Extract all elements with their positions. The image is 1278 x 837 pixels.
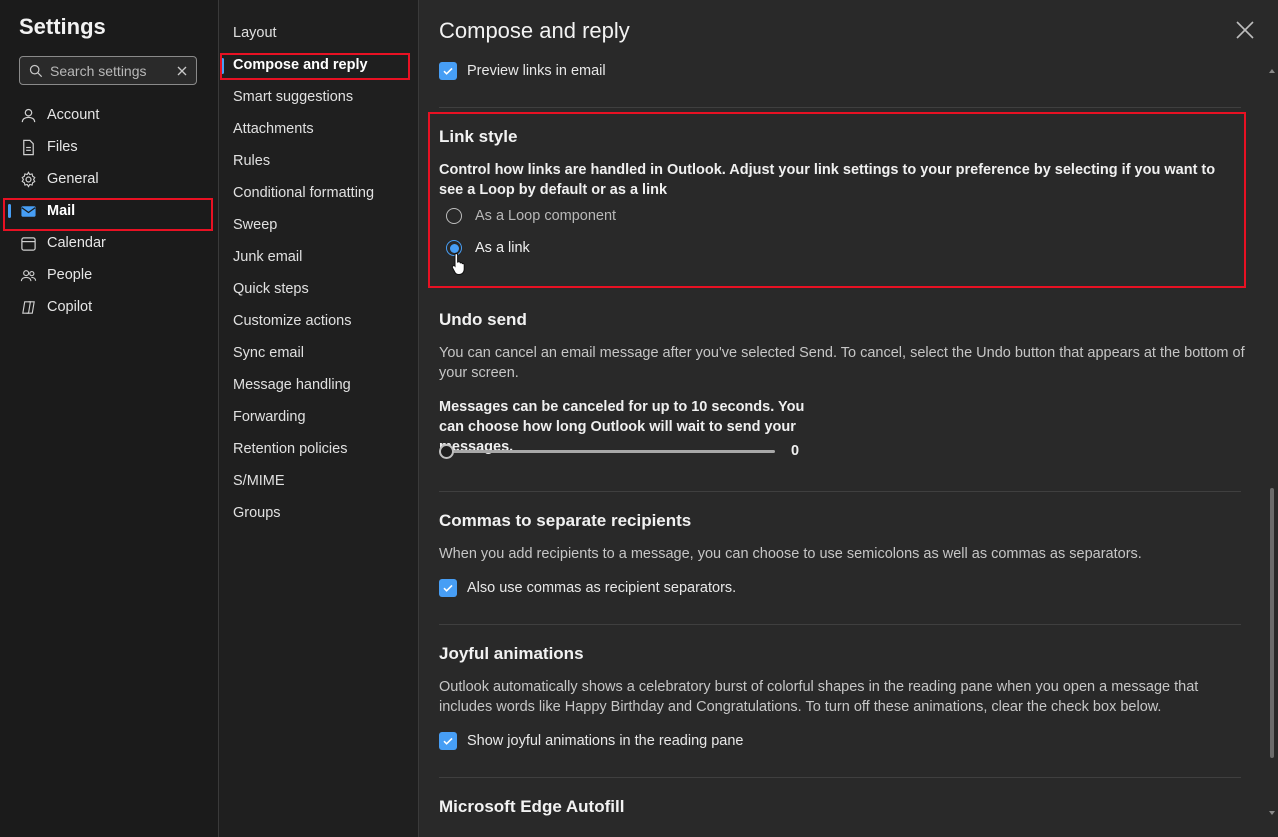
subnav-smime[interactable]: S/MIME [233, 465, 285, 497]
divider [439, 107, 1241, 108]
joyful-animations-description: Outlook automatically shows a celebrator… [439, 679, 1199, 715]
checkmark-icon [443, 67, 453, 75]
nav-item-label: People [47, 267, 93, 283]
edge-autofill-title: Microsoft Edge Autofill [439, 797, 625, 816]
subnav-layout[interactable]: Layout [233, 17, 277, 49]
divider [439, 777, 1241, 778]
subnav-customize-actions[interactable]: Customize actions [233, 305, 351, 337]
slider-thumb[interactable] [439, 444, 454, 459]
person-icon [21, 108, 36, 122]
undo-send-description: You can cancel an email message after yo… [439, 345, 1245, 381]
compose-highlight-box [220, 53, 410, 80]
subnav-smart-suggestions[interactable]: Smart suggestions [233, 81, 353, 113]
checkbox-label: Also use commas as recipient separators. [467, 580, 737, 596]
search-settings-input[interactable]: Search settings [19, 56, 197, 85]
undo-send-title: Undo send [439, 310, 527, 329]
subnav-junk-email[interactable]: Junk email [233, 241, 302, 273]
file-icon [23, 139, 34, 155]
scroll-up-icon[interactable] [1269, 68, 1275, 74]
subnav-quick-steps[interactable]: Quick steps [233, 273, 309, 305]
nav-item-account[interactable]: Account [0, 99, 218, 131]
slider-track[interactable] [447, 450, 775, 453]
mail-highlight-box [3, 198, 213, 231]
commas-description: When you add recipients to a message, yo… [439, 546, 1142, 562]
checkbox-checked[interactable] [439, 579, 457, 597]
people-icon [20, 269, 37, 281]
copilot-icon [22, 300, 35, 314]
undo-send-slider-label: Messages can be canceled for up to 10 se… [439, 399, 805, 455]
joyful-animations-checkbox[interactable]: Show joyful animations in the reading pa… [439, 732, 743, 750]
close-icon[interactable] [1235, 20, 1255, 40]
nav-item-copilot[interactable]: Copilot [0, 291, 218, 323]
settings-nav-pane: Settings Search settings Account Files G… [0, 0, 219, 837]
nav-item-label: Files [47, 139, 78, 155]
nav-item-files[interactable]: Files [0, 131, 218, 163]
subnav-message-handling[interactable]: Message handling [233, 369, 351, 401]
subnav-forwarding[interactable]: Forwarding [233, 401, 306, 433]
subnav-rules[interactable]: Rules [233, 145, 270, 177]
joyful-animations-title: Joyful animations [439, 644, 584, 663]
search-icon [29, 64, 43, 77]
subnav-conditional-formatting[interactable]: Conditional formatting [233, 177, 374, 209]
nav-item-label: General [47, 171, 99, 187]
checkbox-label: Show joyful animations in the reading pa… [467, 733, 744, 749]
subnav-sweep[interactable]: Sweep [233, 209, 277, 241]
search-placeholder: Search settings [50, 62, 147, 79]
checkbox-label: Preview links in email [467, 63, 606, 79]
scrollbar[interactable] [1266, 58, 1278, 837]
divider [439, 624, 1241, 625]
preview-links-checkbox[interactable]: Preview links in email [439, 62, 606, 80]
gear-icon [21, 170, 36, 188]
commas-checkbox[interactable]: Also use commas as recipient separators. [439, 579, 736, 597]
undo-send-slider[interactable] [439, 444, 775, 459]
divider [439, 491, 1241, 492]
subnav-groups[interactable]: Groups [233, 497, 281, 529]
nav-item-calendar[interactable]: Calendar [0, 227, 218, 259]
nav-item-people[interactable]: People [0, 259, 218, 291]
nav-item-general[interactable]: General [0, 163, 218, 195]
pointer-cursor-icon [451, 252, 465, 275]
scroll-down-icon[interactable] [1269, 810, 1275, 816]
nav-item-label: Copilot [47, 299, 93, 315]
checkmark-icon [443, 584, 453, 592]
subnav-retention-policies[interactable]: Retention policies [233, 433, 347, 465]
clear-search-icon[interactable] [176, 65, 188, 77]
checkmark-icon [443, 737, 453, 745]
nav-item-label: Account [47, 107, 100, 123]
mail-subnav-pane: Layout Compose and reply Smart suggestio… [219, 0, 419, 837]
commas-title: Commas to separate recipients [439, 511, 692, 530]
slider-value: 0 [791, 443, 800, 459]
nav-item-label: Calendar [47, 235, 106, 251]
checkbox-checked[interactable] [439, 62, 457, 80]
page-title: Compose and reply [439, 18, 630, 43]
subnav-sync-email[interactable]: Sync email [233, 337, 304, 369]
link-style-highlight-box [428, 112, 1246, 288]
calendar-icon [21, 236, 36, 251]
settings-title: Settings [19, 14, 106, 39]
checkbox-checked[interactable] [439, 732, 457, 750]
subnav-attachments[interactable]: Attachments [233, 113, 314, 145]
scrollbar-thumb[interactable] [1270, 488, 1274, 758]
